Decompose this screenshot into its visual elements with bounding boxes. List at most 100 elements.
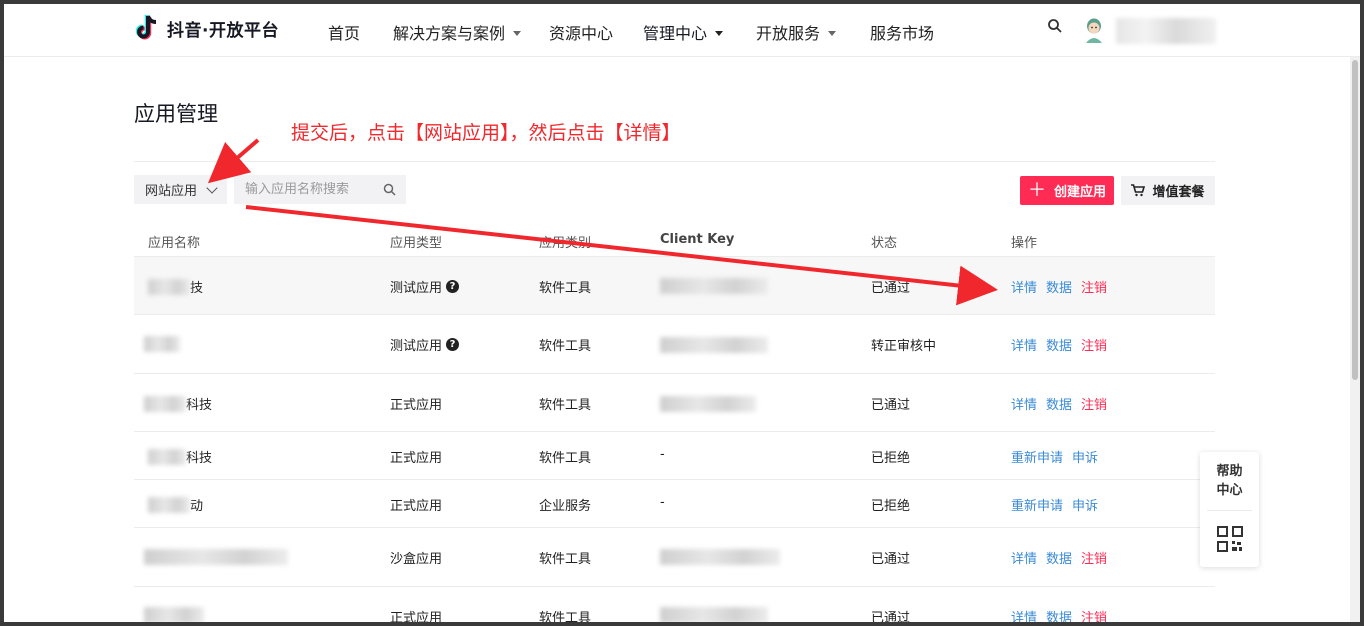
help-center-label[interactable]: 帮助 中心	[1200, 462, 1259, 500]
scrollbar-thumb[interactable]	[1352, 60, 1358, 380]
table-row[interactable]: 技 测试应用? 软件工具 已通过 详情 数据 注销	[134, 257, 1215, 315]
app-name-cell: 动	[148, 495, 203, 514]
appeal-link[interactable]: 申诉	[1072, 495, 1098, 514]
app-name-cell	[144, 607, 204, 623]
nav-home[interactable]: 首页	[328, 20, 360, 44]
col-app-type: 应用类型	[390, 236, 443, 251]
divider	[134, 161, 1215, 162]
table-row[interactable]: 沙盒应用 软件工具 已通过 详情 数据 注销	[134, 528, 1215, 587]
client-key-cell	[660, 549, 780, 565]
deregister-link[interactable]: 注销	[1081, 335, 1107, 354]
app-type-cell: 正式应用	[390, 499, 443, 514]
app-name-suffix: 动	[190, 499, 204, 514]
detail-link[interactable]: 详情	[1011, 548, 1037, 567]
help-center-line2: 中心	[1216, 483, 1243, 498]
create-app-label: 创建应用	[1053, 185, 1106, 200]
app-name-cell: 技	[148, 277, 203, 296]
blurred-text	[660, 337, 768, 353]
app-name-cell: 科技	[144, 394, 212, 413]
app-name-suffix: 科技	[186, 398, 213, 413]
detail-link[interactable]: 详情	[1011, 607, 1037, 626]
table-header: 应用名称 应用类型 应用类别 Client Key 状态 操作	[134, 222, 1215, 256]
help-center-float[interactable]: 帮助 中心	[1200, 452, 1259, 567]
actions-cell: 重新申请 申诉	[1011, 447, 1107, 466]
data-link[interactable]: 数据	[1046, 394, 1072, 413]
app-name-suffix: 科技	[186, 451, 213, 466]
nav-market-label: 服务市场	[870, 24, 935, 43]
tiktok-logo-icon	[135, 15, 157, 40]
app-name-cell	[144, 549, 288, 565]
app-category-cell: 软件工具	[539, 398, 592, 413]
brand-name: 抖音·开放平台	[167, 20, 279, 41]
caret-down-icon	[715, 30, 724, 36]
blurred-text	[660, 278, 768, 294]
actions-cell: 详情 数据 注销	[1011, 607, 1107, 626]
data-link[interactable]: 数据	[1046, 607, 1072, 626]
detail-link[interactable]: 详情	[1011, 335, 1037, 354]
app-search-input[interactable]	[245, 182, 375, 197]
nav-open-services[interactable]: 开放服务	[756, 20, 837, 44]
detail-link[interactable]: 详情	[1011, 394, 1037, 413]
client-key-cell: -	[660, 447, 665, 462]
client-key-cell: -	[660, 495, 665, 510]
app-category-cell: 软件工具	[539, 611, 592, 626]
actions-cell: 详情 数据 注销	[1011, 277, 1107, 296]
value-added-package-button[interactable]: 增值套餐	[1121, 176, 1215, 205]
app-type-cell: 正式应用	[390, 451, 443, 466]
nav-market[interactable]: 服务市场	[870, 20, 934, 44]
app-type-filter-value: 网站应用	[145, 184, 198, 199]
app-type-filter[interactable]: 网站应用	[134, 175, 227, 204]
cart-icon	[1131, 184, 1146, 197]
create-app-button[interactable]: ＋ 创建应用	[1020, 176, 1114, 205]
table-row[interactable]: 正式应用 软件工具 已通过 详情 数据 注销	[134, 587, 1215, 626]
app-type-cell: 正式应用	[390, 611, 443, 626]
detail-link[interactable]: 详情	[1011, 277, 1037, 296]
blurred-text	[660, 607, 768, 623]
app-search-box[interactable]	[234, 175, 406, 204]
appeal-link[interactable]: 申诉	[1072, 447, 1098, 466]
table-row[interactable]: 测试应用? 软件工具 转正审核中 详情 数据 注销	[134, 315, 1215, 374]
nav-home-label: 首页	[328, 24, 361, 43]
status-cell: 已通过	[871, 611, 911, 626]
status-cell: 已通过	[871, 552, 911, 567]
help-circle-icon[interactable]: ?	[446, 280, 460, 293]
search-icon[interactable]	[383, 183, 396, 196]
search-icon[interactable]	[1047, 18, 1063, 34]
blurred-text	[144, 336, 180, 352]
top-header: 抖音·开放平台 首页 解决方案与案例 资源中心 管理中心 开放服务 服务市场	[4, 4, 1360, 57]
status-cell: 转正审核中	[871, 339, 937, 354]
nav-management[interactable]: 管理中心	[643, 20, 724, 44]
data-link[interactable]: 数据	[1046, 335, 1072, 354]
nav-solutions[interactable]: 解决方案与案例	[393, 20, 522, 44]
reapply-link[interactable]: 重新申请	[1011, 447, 1063, 466]
avatar-icon[interactable]	[1082, 17, 1106, 43]
table-row[interactable]: 科技 正式应用 软件工具 已通过 详情 数据 注销	[134, 374, 1215, 432]
app-name-cell: 科技	[148, 447, 212, 466]
app-type-cell: 沙盒应用	[390, 552, 443, 567]
data-link[interactable]: 数据	[1046, 277, 1072, 296]
brand-logo[interactable]: 抖音·开放平台	[135, 14, 279, 42]
nav-management-label: 管理中心	[643, 24, 708, 43]
actions-cell: 详情 数据 注销	[1011, 548, 1107, 567]
user-name-blurred[interactable]	[1116, 18, 1216, 44]
deregister-link[interactable]: 注销	[1081, 548, 1107, 567]
help-circle-icon[interactable]: ?	[446, 338, 460, 351]
qr-code-icon[interactable]	[1217, 526, 1243, 552]
table-row[interactable]: 科技 正式应用 软件工具 - 已拒绝 重新申请 申诉	[134, 432, 1215, 480]
actions-cell: 详情 数据 注销	[1011, 394, 1107, 413]
app-type-cell: 测试应用?	[390, 335, 460, 354]
deregister-link[interactable]: 注销	[1081, 277, 1107, 296]
reapply-link[interactable]: 重新申请	[1011, 495, 1063, 514]
nav-resources[interactable]: 资源中心	[549, 20, 613, 44]
help-center-line1: 帮助	[1216, 464, 1243, 479]
blurred-text	[148, 448, 186, 465]
nav-open-services-label: 开放服务	[756, 24, 821, 43]
deregister-link[interactable]: 注销	[1081, 607, 1107, 626]
plus-icon: ＋	[1027, 179, 1046, 201]
data-link[interactable]: 数据	[1046, 548, 1072, 567]
actions-cell: 详情 数据 注销	[1011, 335, 1107, 354]
table-row[interactable]: 动 正式应用 企业服务 - 已拒绝 重新申请 申诉	[134, 480, 1215, 528]
value-added-package-label: 增值套餐	[1152, 185, 1205, 200]
client-key-cell	[660, 337, 768, 353]
deregister-link[interactable]: 注销	[1081, 394, 1107, 413]
